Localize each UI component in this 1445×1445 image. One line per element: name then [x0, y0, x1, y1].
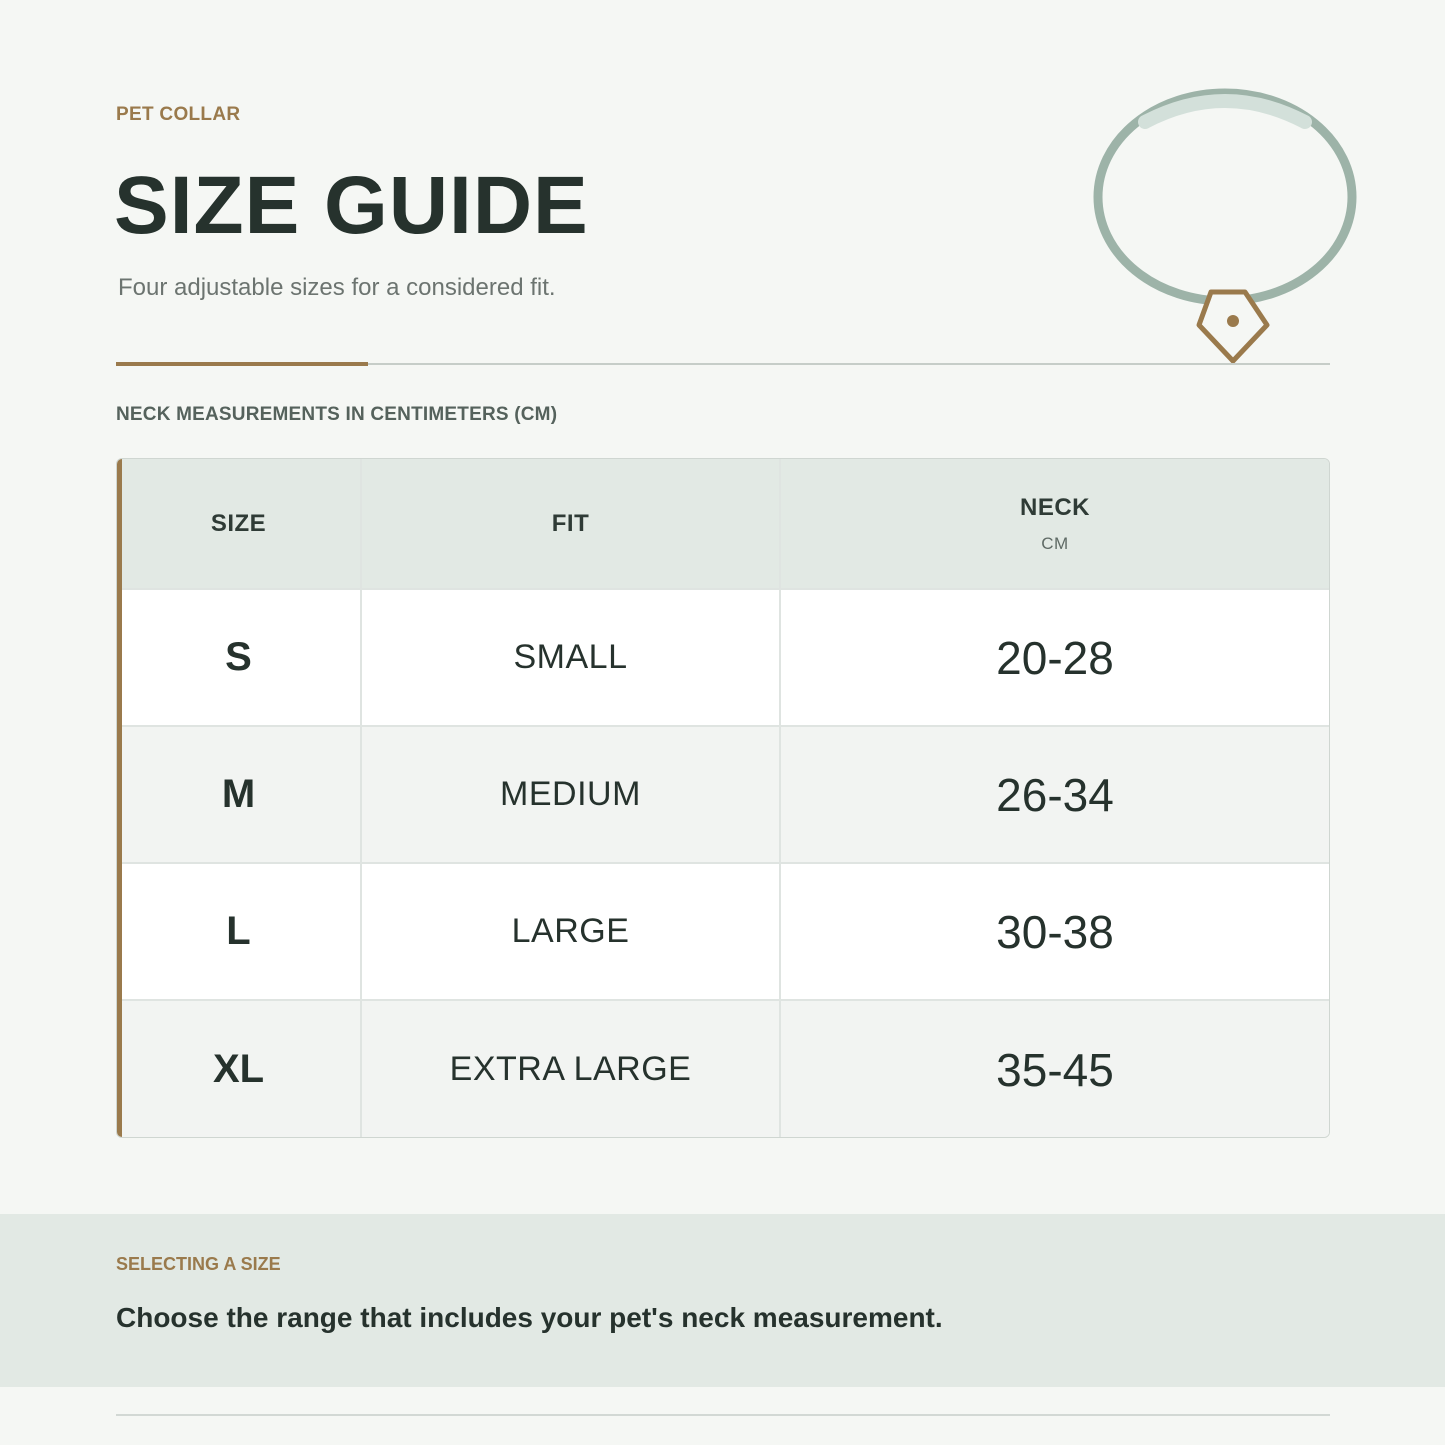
neck-range: 35-45	[996, 1043, 1114, 1096]
neck-range: 30-38	[996, 905, 1114, 958]
fit-label: SMALL	[362, 590, 781, 725]
header-neck-unit: CM	[1041, 533, 1069, 553]
header-size: SIZE	[117, 459, 362, 588]
header-fit: FIT	[362, 459, 781, 588]
table-row: L LARGE 30-38	[117, 864, 1329, 1001]
selection-note-band	[0, 1214, 1445, 1387]
page-subtitle: Four adjustable sizes for a considered f…	[118, 274, 556, 301]
header-divider-accent	[116, 362, 368, 366]
fit-label: MEDIUM	[362, 727, 781, 862]
size-code: L	[117, 864, 362, 999]
table-caption: NECK MEASUREMENTS IN CENTIMETERS (CM)	[116, 404, 558, 425]
size-code: S	[117, 590, 362, 725]
size-table: SIZE FIT NECK CM S SMALL 20-28 M MEDIUM …	[116, 458, 1330, 1138]
size-code: M	[117, 727, 362, 862]
table-accent-bar	[117, 459, 122, 1137]
table-header-row: SIZE FIT NECK CM	[117, 459, 1329, 590]
fit-label: LARGE	[362, 864, 781, 999]
fit-label: EXTRA LARGE	[362, 1001, 781, 1137]
collar-icon	[1093, 88, 1357, 364]
footer-divider	[116, 1414, 1330, 1416]
selection-note-text: Choose the range that includes your pet'…	[116, 1302, 943, 1333]
table-row: S SMALL 20-28	[117, 590, 1329, 727]
page-title: SIZE GUIDE	[114, 160, 589, 251]
eyebrow-label: PET COLLAR	[116, 104, 241, 125]
selection-note-label: SELECTING A SIZE	[116, 1254, 281, 1274]
neck-range: 20-28	[996, 631, 1114, 684]
header-neck-label: NECK	[1019, 493, 1090, 521]
neck-range: 26-34	[996, 768, 1114, 821]
table-row: M MEDIUM 26-34	[117, 727, 1329, 864]
size-code: XL	[117, 1001, 362, 1137]
header-neck: NECK CM	[781, 459, 1329, 588]
table-row: XL EXTRA LARGE 35-45	[117, 1001, 1329, 1137]
